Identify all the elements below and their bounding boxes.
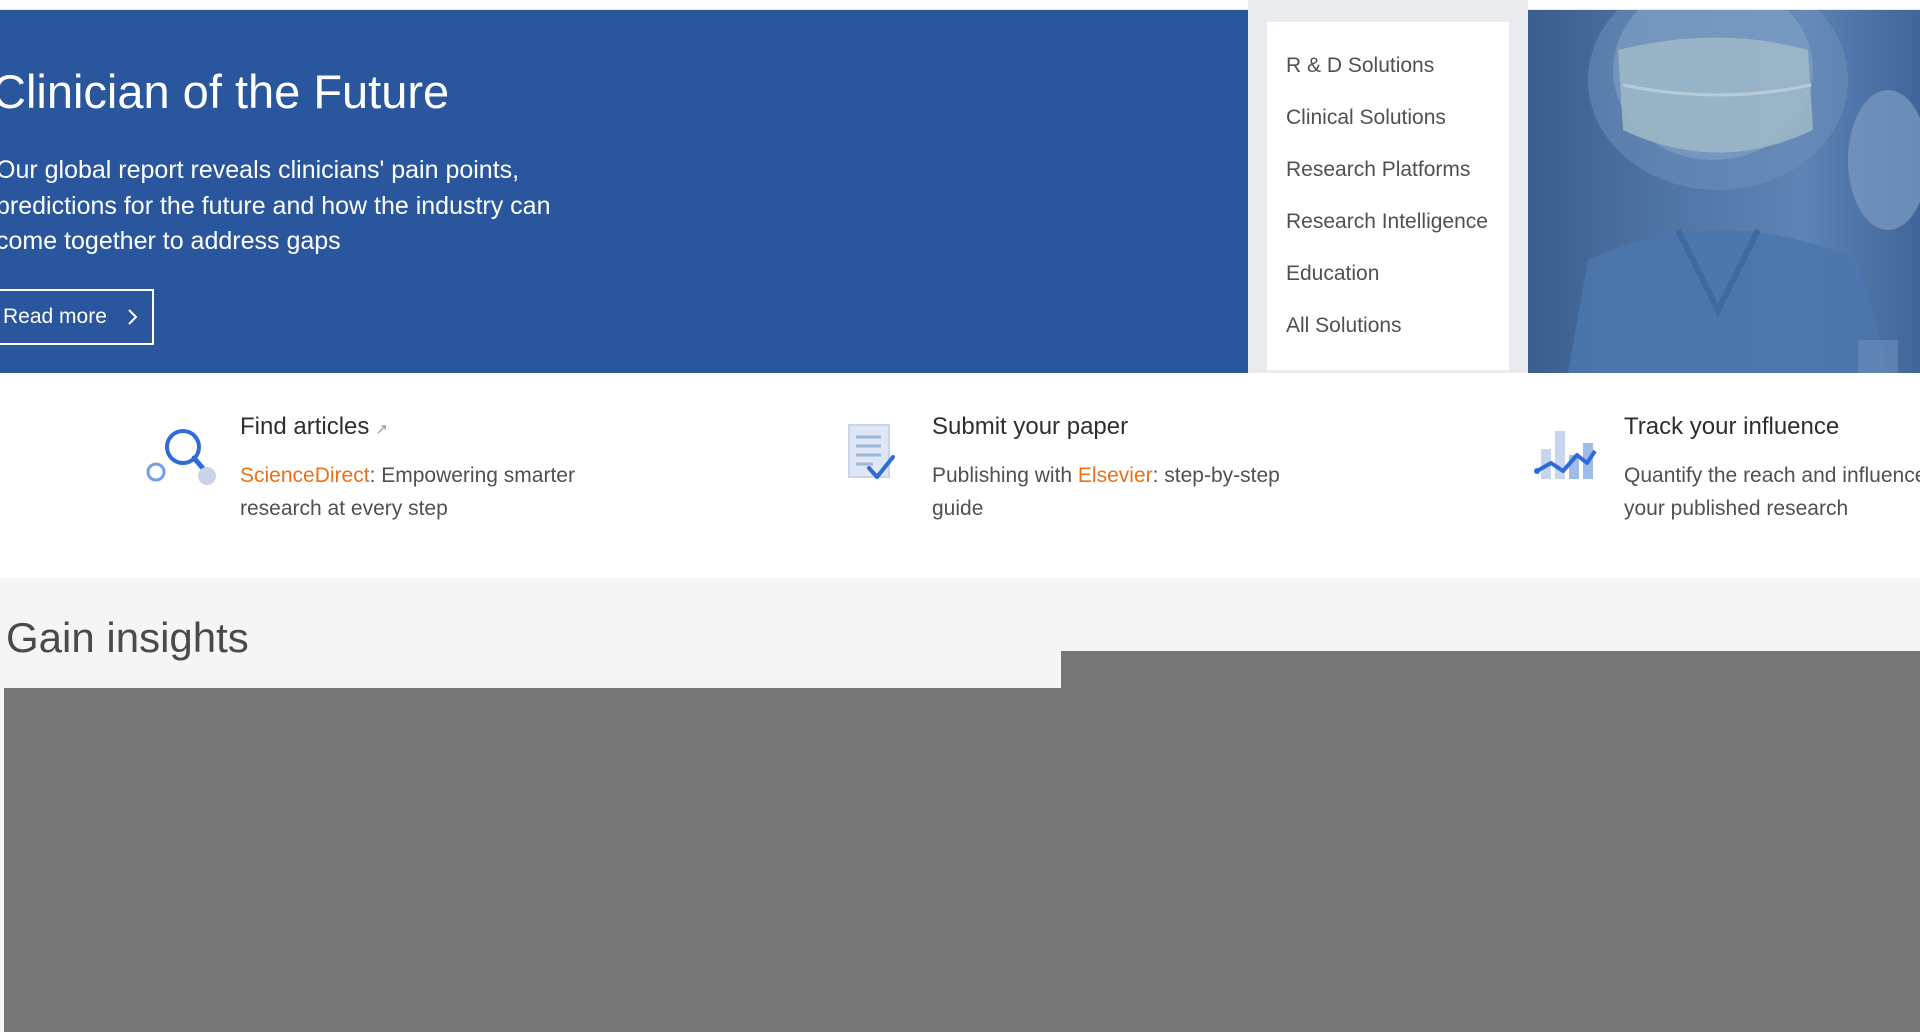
menu-item-research-intelligence[interactable]: Research Intelligence: [1267, 210, 1509, 262]
track-influence-link[interactable]: Track your influence: [1624, 413, 1839, 441]
hero-title: Clinician of the Future: [0, 65, 450, 118]
find-articles-description: ScienceDirect: Empowering smarter resear…: [240, 464, 575, 520]
track-influence-description: Quantify the reach and influence of your…: [1624, 464, 1920, 520]
top-navigation-bar: [0, 0, 1920, 10]
submit-paper-link[interactable]: Submit your paper: [932, 413, 1128, 441]
insights-media-placeholder-left: [4, 688, 1064, 1032]
menu-item-rd-solutions[interactable]: R & D Solutions: [1267, 54, 1509, 106]
feature-submit-paper: Submit your paper Publishing with Elsevi…: [837, 373, 1397, 578]
insights-media-placeholder-right: [1061, 651, 1920, 1032]
external-link-icon: ↗: [375, 421, 388, 438]
search-articles-icon: [145, 421, 219, 495]
find-articles-link[interactable]: Find articles ↗: [240, 413, 388, 441]
chart-trend-icon: [1529, 421, 1603, 495]
solutions-dropdown-menu: R & D Solutions Clinical Solutions Resea…: [1267, 22, 1509, 370]
sciencedirect-link[interactable]: ScienceDirect: [240, 464, 370, 487]
read-more-button[interactable]: Read more: [0, 289, 154, 345]
submit-paper-description: Publishing with Elsevier: step-by-step g…: [932, 464, 1280, 520]
menu-item-clinical-solutions[interactable]: Clinical Solutions: [1267, 106, 1509, 158]
find-articles-title: Find articles: [240, 413, 370, 440]
insights-title: Gain insights: [6, 614, 249, 661]
feature-find-articles: Find articles ↗ ScienceDirect: Empowering…: [145, 373, 705, 578]
read-more-label: Read more: [3, 305, 107, 328]
menu-item-research-platforms[interactable]: Research Platforms: [1267, 158, 1509, 210]
menu-item-all-solutions[interactable]: All Solutions: [1267, 314, 1509, 366]
hero-banner: Clinician of the Future Our global repor…: [0, 10, 1920, 373]
document-check-icon: [837, 421, 911, 495]
quick-links-section: Find articles ↗ ScienceDirect: Empowering…: [0, 373, 1920, 578]
menu-item-education[interactable]: Education: [1267, 262, 1509, 314]
hero-photo-clinician: [1528, 10, 1920, 373]
gain-insights-section: Gain insights: [0, 578, 1920, 1032]
elsevier-link[interactable]: Elsevier: [1078, 464, 1153, 487]
chevron-right-icon: [127, 308, 139, 326]
feature-track-influence: Track your influence Quantify the reach …: [1529, 373, 1920, 578]
hero-description: Our global report reveals clinicians' pa…: [0, 156, 551, 255]
